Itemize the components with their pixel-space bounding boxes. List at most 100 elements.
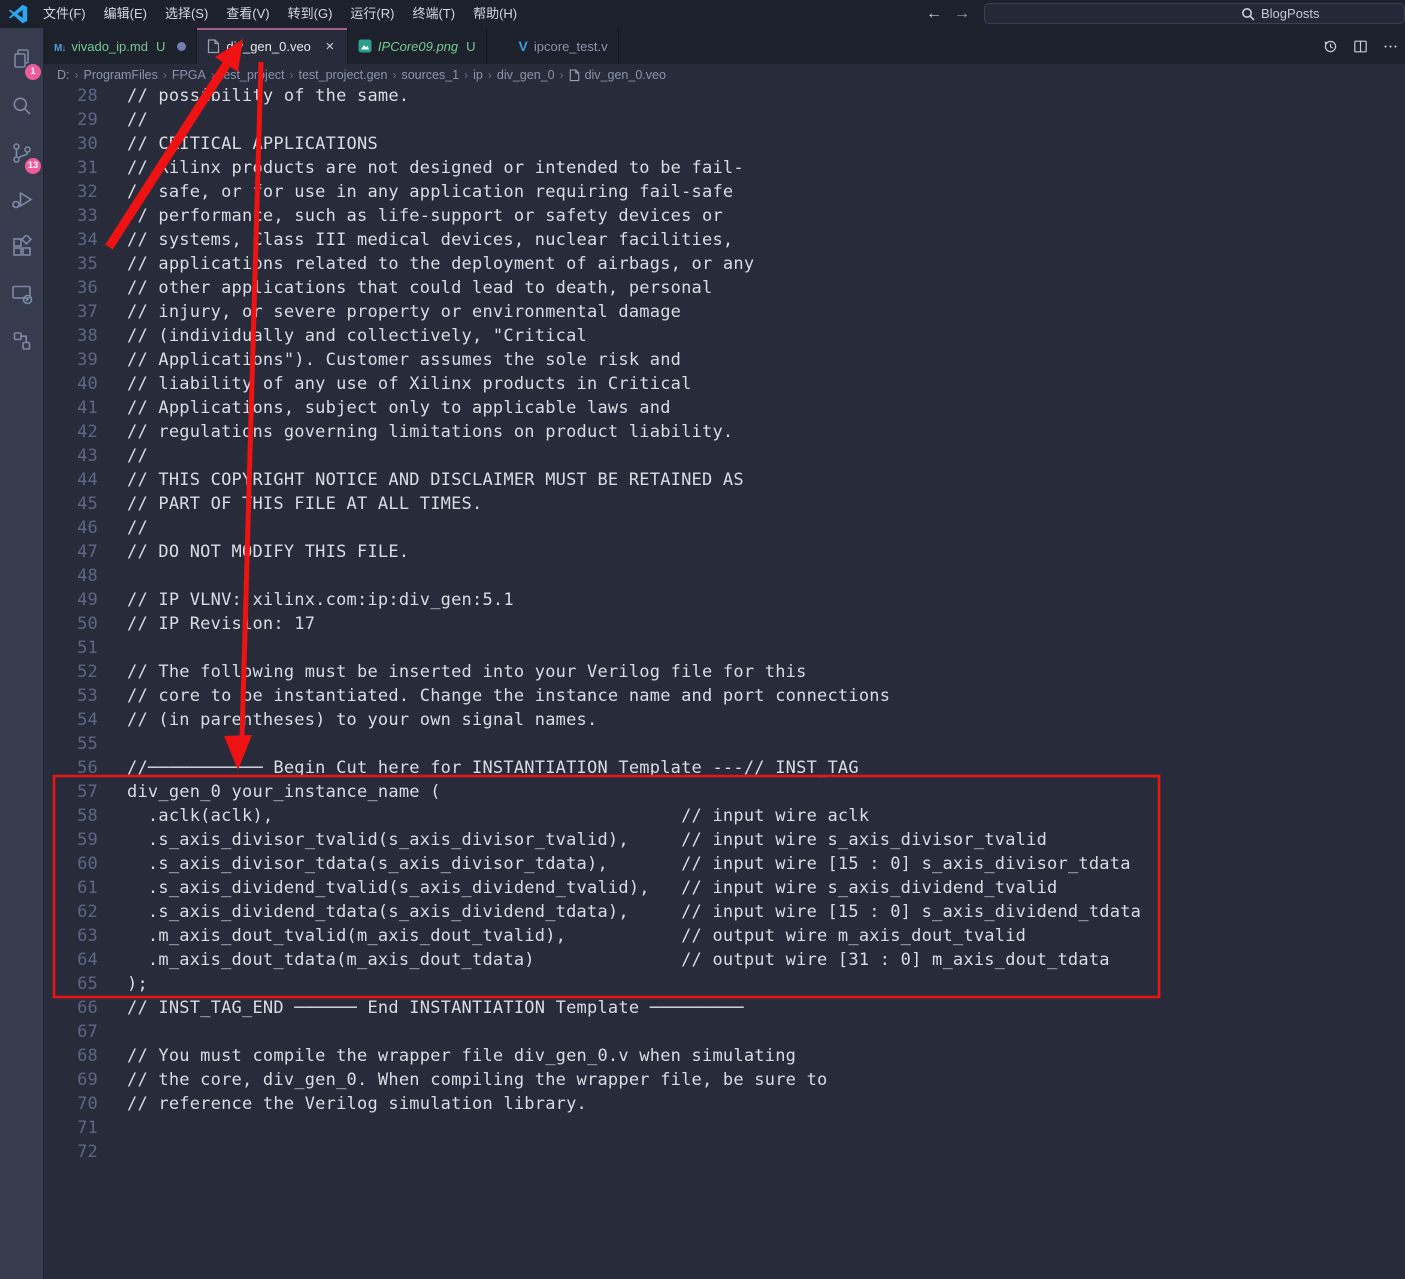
breadcrumb-label: FPGA xyxy=(172,68,206,82)
more-actions-icon[interactable] xyxy=(1382,38,1399,55)
code-line[interactable]: 33 // performance, such as life-support o… xyxy=(44,204,1405,228)
line-number: 37 xyxy=(44,300,98,324)
code-line[interactable]: 36// other applications that could lead … xyxy=(44,276,1405,300)
breadcrumb-item[interactable]: test_project.gen xyxy=(299,68,388,82)
code-line[interactable]: 31// Xilinx products are not designed or… xyxy=(44,156,1405,180)
line-number: 56 xyxy=(44,756,98,780)
code-line[interactable]: 50// IP Revision: 17 xyxy=(44,612,1405,636)
code-line[interactable]: 28// possibility of the same. xyxy=(44,84,1405,108)
menu-item[interactable]: 终端(T) xyxy=(403,0,464,28)
verilog-icon: V xyxy=(519,38,528,54)
breadcrumb-item[interactable]: sources_1 xyxy=(401,68,459,82)
code-line[interactable]: 39// Applications"). Customer assumes th… xyxy=(44,348,1405,372)
code-line[interactable]: 60 .s_axis_divisor_tdata(s_axis_divisor_… xyxy=(44,852,1405,876)
code-line[interactable]: 59 .s_axis_divisor_tvalid(s_axis_divisor… xyxy=(44,828,1405,852)
breadcrumb-item[interactable]: ProgramFiles xyxy=(84,68,158,82)
menu-item[interactable]: 编辑(E) xyxy=(95,0,156,28)
menu-item[interactable]: 查看(V) xyxy=(217,0,278,28)
code-text: // the core, div_gen_0. When compiling t… xyxy=(127,1068,827,1092)
code-line[interactable]: 40// liability of any use of Xilinx prod… xyxy=(44,372,1405,396)
code-line[interactable]: 70// reference the Verilog simulation li… xyxy=(44,1092,1405,1116)
activity-bar-item-remote-explorer[interactable] xyxy=(0,270,43,317)
code-line[interactable]: 52// The following must be inserted into… xyxy=(44,660,1405,684)
line-number: 48 xyxy=(44,564,98,588)
nav-forward-button[interactable]: → xyxy=(950,2,974,26)
code-line[interactable]: 35// applications related to the deploym… xyxy=(44,252,1405,276)
tab-IPCore09.png[interactable]: IPCore09.pngU xyxy=(348,28,487,64)
code-line[interactable]: 68// You must compile the wrapper file d… xyxy=(44,1044,1405,1068)
command-center-search[interactable]: BlogPosts xyxy=(984,3,1405,24)
code-line[interactable]: 54// (in parentheses) to your own signal… xyxy=(44,708,1405,732)
code-line[interactable]: 47// DO NOT MODIFY THIS FILE. xyxy=(44,540,1405,564)
timeline-history-icon[interactable] xyxy=(1322,38,1339,55)
activity-bar-item-search[interactable] xyxy=(0,82,43,129)
code-text: // other applications that could lead to… xyxy=(127,276,712,300)
activity-bar-item-extensions[interactable] xyxy=(0,223,43,270)
tab-ipcore_test.v[interactable]: Vipcore_test.v xyxy=(509,28,619,64)
code-line[interactable]: 69// the core, div_gen_0. When compiling… xyxy=(44,1068,1405,1092)
split-editor-icon[interactable] xyxy=(1352,38,1369,55)
code-line[interactable]: 44// THIS COPYRIGHT NOTICE AND DISCLAIME… xyxy=(44,468,1405,492)
code-line[interactable]: 71 xyxy=(44,1116,1405,1140)
code-line[interactable]: 37// injury, or severe property or envir… xyxy=(44,300,1405,324)
breadcrumb-item[interactable]: D: xyxy=(57,68,70,82)
close-tab-icon[interactable]: × xyxy=(323,38,337,55)
code-line[interactable]: 45// PART OF THIS FILE AT ALL TIMES. xyxy=(44,492,1405,516)
run-debug-icon xyxy=(10,188,34,212)
code-line[interactable]: 30// CRITICAL APPLICATIONS xyxy=(44,132,1405,156)
chevron-right-icon: › xyxy=(211,68,215,82)
code-line[interactable]: 62 .s_axis_dividend_tdata(s_axis_dividen… xyxy=(44,900,1405,924)
code-text: div_gen_0 your_instance_name ( xyxy=(127,780,441,804)
breadcrumb-item[interactable]: div_gen_0.veo xyxy=(569,68,666,82)
code-line[interactable]: 65); xyxy=(44,972,1405,996)
code-line[interactable]: 61 .s_axis_dividend_tvalid(s_axis_divide… xyxy=(44,876,1405,900)
code-line[interactable]: 63 .m_axis_dout_tvalid(m_axis_dout_tvali… xyxy=(44,924,1405,948)
breadcrumb-item[interactable]: FPGA xyxy=(172,68,206,82)
code-line[interactable]: 53// core to be instantiated. Change the… xyxy=(44,684,1405,708)
code-editor[interactable]: 28// possibility of the same.29//30// CR… xyxy=(44,84,1405,1164)
code-line[interactable]: 67 xyxy=(44,1020,1405,1044)
code-line[interactable]: 38// (individually and collectively, "Cr… xyxy=(44,324,1405,348)
code-text: // safe, or for use in any application r… xyxy=(127,180,733,204)
nav-back-button[interactable]: ← xyxy=(922,2,946,26)
activity-bar-item-explorer[interactable]: 1 xyxy=(0,35,43,82)
code-line[interactable]: 57div_gen_0 your_instance_name ( xyxy=(44,780,1405,804)
breadcrumb-label: sources_1 xyxy=(401,68,459,82)
code-text: // applications related to the deploymen… xyxy=(127,252,754,276)
tab-div_gen_0.veo[interactable]: div_gen_0.veo× xyxy=(197,28,348,64)
activity-bar-item-run-debug[interactable] xyxy=(0,176,43,223)
tab-vivado_ip.md[interactable]: M↓vivado_ip.mdU xyxy=(44,28,197,64)
menu-item[interactable]: 帮助(H) xyxy=(464,0,526,28)
menu-item[interactable]: 运行(R) xyxy=(341,0,403,28)
code-line[interactable]: 55 xyxy=(44,732,1405,756)
editor-group: M↓vivado_ip.mdUdiv_gen_0.veo×IPCore09.pn… xyxy=(44,28,1405,1279)
code-line[interactable]: 64 .m_axis_dout_tdata(m_axis_dout_tdata)… xyxy=(44,948,1405,972)
breadcrumb-item[interactable]: div_gen_0 xyxy=(497,68,555,82)
menu-item[interactable]: 选择(S) xyxy=(156,0,217,28)
breadcrumb-item[interactable]: test_project xyxy=(220,68,285,82)
code-line[interactable]: 46// xyxy=(44,516,1405,540)
menu-item[interactable]: 转到(G) xyxy=(279,0,342,28)
search-icon xyxy=(1241,7,1255,21)
code-line[interactable]: 48 xyxy=(44,564,1405,588)
code-text: // performance, such as life-support or … xyxy=(127,204,723,228)
code-line[interactable]: 72 xyxy=(44,1140,1405,1164)
breadcrumb-item[interactable]: ip xyxy=(473,68,483,82)
code-line[interactable]: 58 .aclk(aclk), // input wire aclk xyxy=(44,804,1405,828)
code-line[interactable]: 42// regulations governing limitations o… xyxy=(44,420,1405,444)
code-line[interactable]: 51 xyxy=(44,636,1405,660)
code-line[interactable]: 29// xyxy=(44,108,1405,132)
code-line[interactable]: 34// systems, Class III medical devices,… xyxy=(44,228,1405,252)
code-line[interactable]: 66// INST_TAG_END ────── End INSTANTIATI… xyxy=(44,996,1405,1020)
code-line[interactable]: 56//─────────── Begin Cut here for INSTA… xyxy=(44,756,1405,780)
line-number: 33 xyxy=(44,204,98,228)
activity-bar-item-source-control[interactable]: 13 xyxy=(0,129,43,176)
code-line[interactable]: 41// Applications, subject only to appli… xyxy=(44,396,1405,420)
activity-bar-item-references[interactable] xyxy=(0,317,43,364)
code-line[interactable]: 49// IP VLNV: xilinx.com:ip:div_gen:5.1 xyxy=(44,588,1405,612)
menu-bar: 文件(F)编辑(E)选择(S)查看(V)转到(G)运行(R)终端(T)帮助(H) xyxy=(34,0,526,28)
menu-item[interactable]: 文件(F) xyxy=(34,0,95,28)
code-line[interactable]: 32// safe, or for use in any application… xyxy=(44,180,1405,204)
code-line[interactable]: 43// xyxy=(44,444,1405,468)
code-text: // Applications"). Customer assumes the … xyxy=(127,348,681,372)
